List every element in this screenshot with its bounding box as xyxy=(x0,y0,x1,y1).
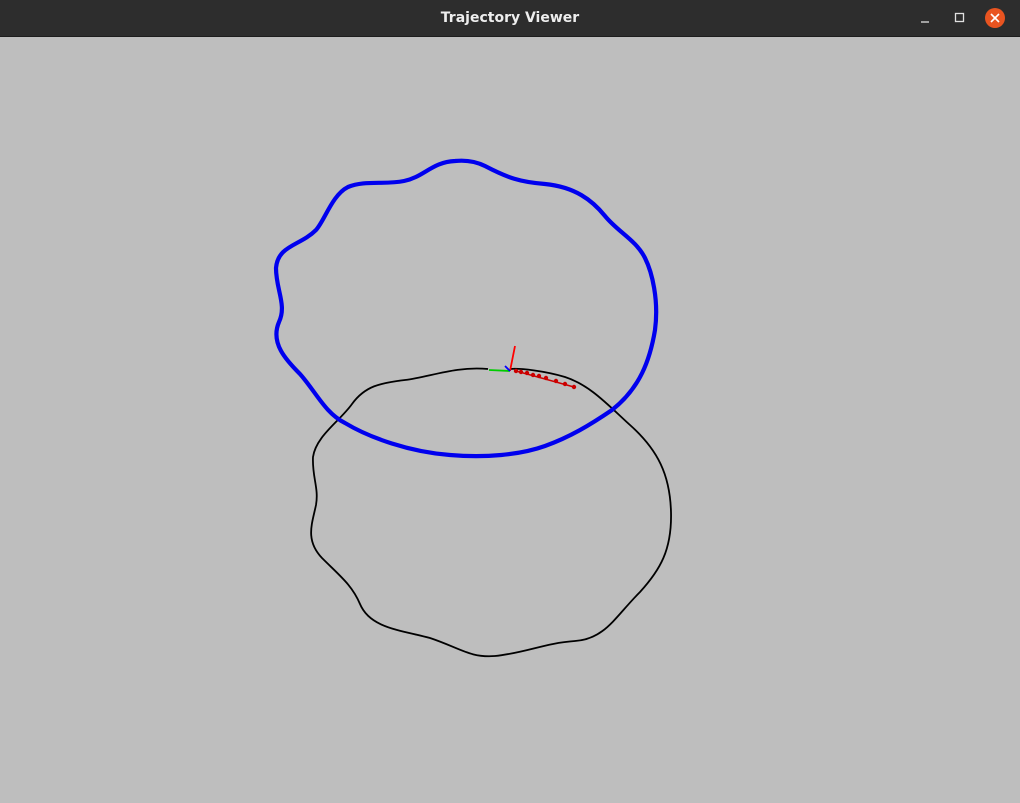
app-window: Trajectory Viewer xyxy=(0,0,1020,803)
x-axis xyxy=(509,345,516,372)
estimated-trajectory xyxy=(273,158,659,459)
maximize-icon[interactable] xyxy=(948,7,970,29)
3d-viewport[interactable] xyxy=(0,37,1020,803)
y-axis xyxy=(488,369,511,372)
window-title: Trajectory Viewer xyxy=(440,10,580,26)
title-bar[interactable]: Trajectory Viewer xyxy=(0,0,1020,37)
close-icon[interactable] xyxy=(985,8,1005,28)
minimize-icon[interactable] xyxy=(914,7,936,29)
trajectory-canvas[interactable] xyxy=(0,37,1020,803)
pose-axes-icon xyxy=(488,345,516,372)
marker-trail-line xyxy=(515,370,575,388)
reference-trajectory xyxy=(310,367,672,658)
